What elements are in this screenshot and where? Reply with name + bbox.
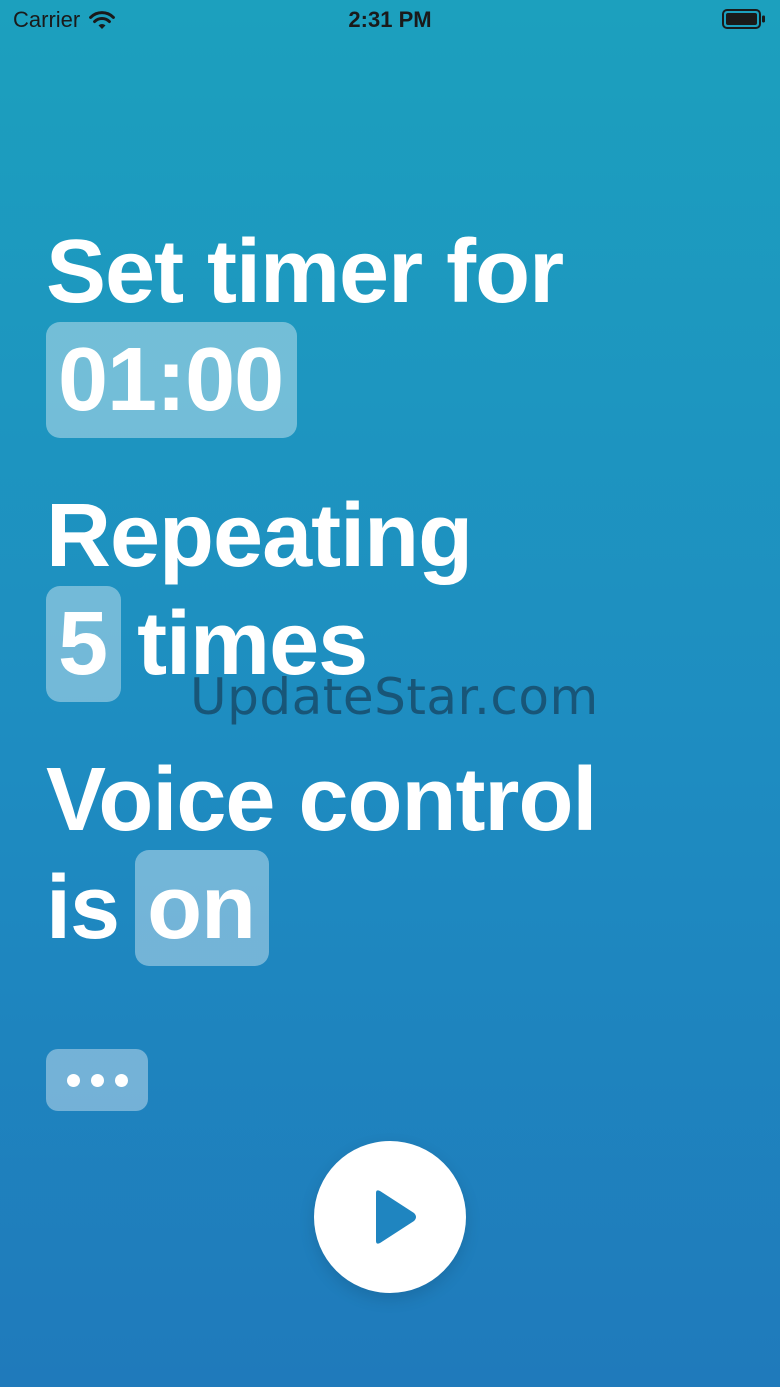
ellipsis-icon xyxy=(90,1073,104,1087)
timer-row: 01:00 xyxy=(46,322,746,438)
battery-icon xyxy=(722,9,765,29)
voice-row: is on xyxy=(46,850,746,966)
voice-prefix: is xyxy=(46,858,120,958)
ellipsis-icon xyxy=(114,1073,128,1087)
repeat-row: 5 times xyxy=(46,586,746,702)
timer-block: Set timer for 01:00 xyxy=(46,222,746,438)
status-time: 2:31 PM xyxy=(348,7,432,32)
play-button[interactable] xyxy=(314,1141,466,1293)
timer-value-button[interactable]: 01:00 xyxy=(46,322,298,438)
timer-label: Set timer for xyxy=(46,222,564,322)
repeat-block: Repeating 5 times xyxy=(46,486,746,702)
repeat-count-button[interactable]: 5 xyxy=(46,586,122,702)
repeat-label: Repeating xyxy=(46,486,473,586)
voice-label: Voice control xyxy=(46,750,597,850)
play-icon xyxy=(376,1190,416,1244)
ellipsis-icon xyxy=(66,1073,80,1087)
voice-state-button[interactable]: on xyxy=(135,850,270,966)
settings-sentence: Set timer for 01:00 Repeating 5 times Vo… xyxy=(46,222,746,1014)
status-bar: Carrier 2:31 PM xyxy=(0,0,780,40)
voice-block: Voice control is on xyxy=(46,750,746,966)
more-options-button[interactable] xyxy=(46,1049,148,1111)
repeat-suffix: times xyxy=(137,594,368,694)
